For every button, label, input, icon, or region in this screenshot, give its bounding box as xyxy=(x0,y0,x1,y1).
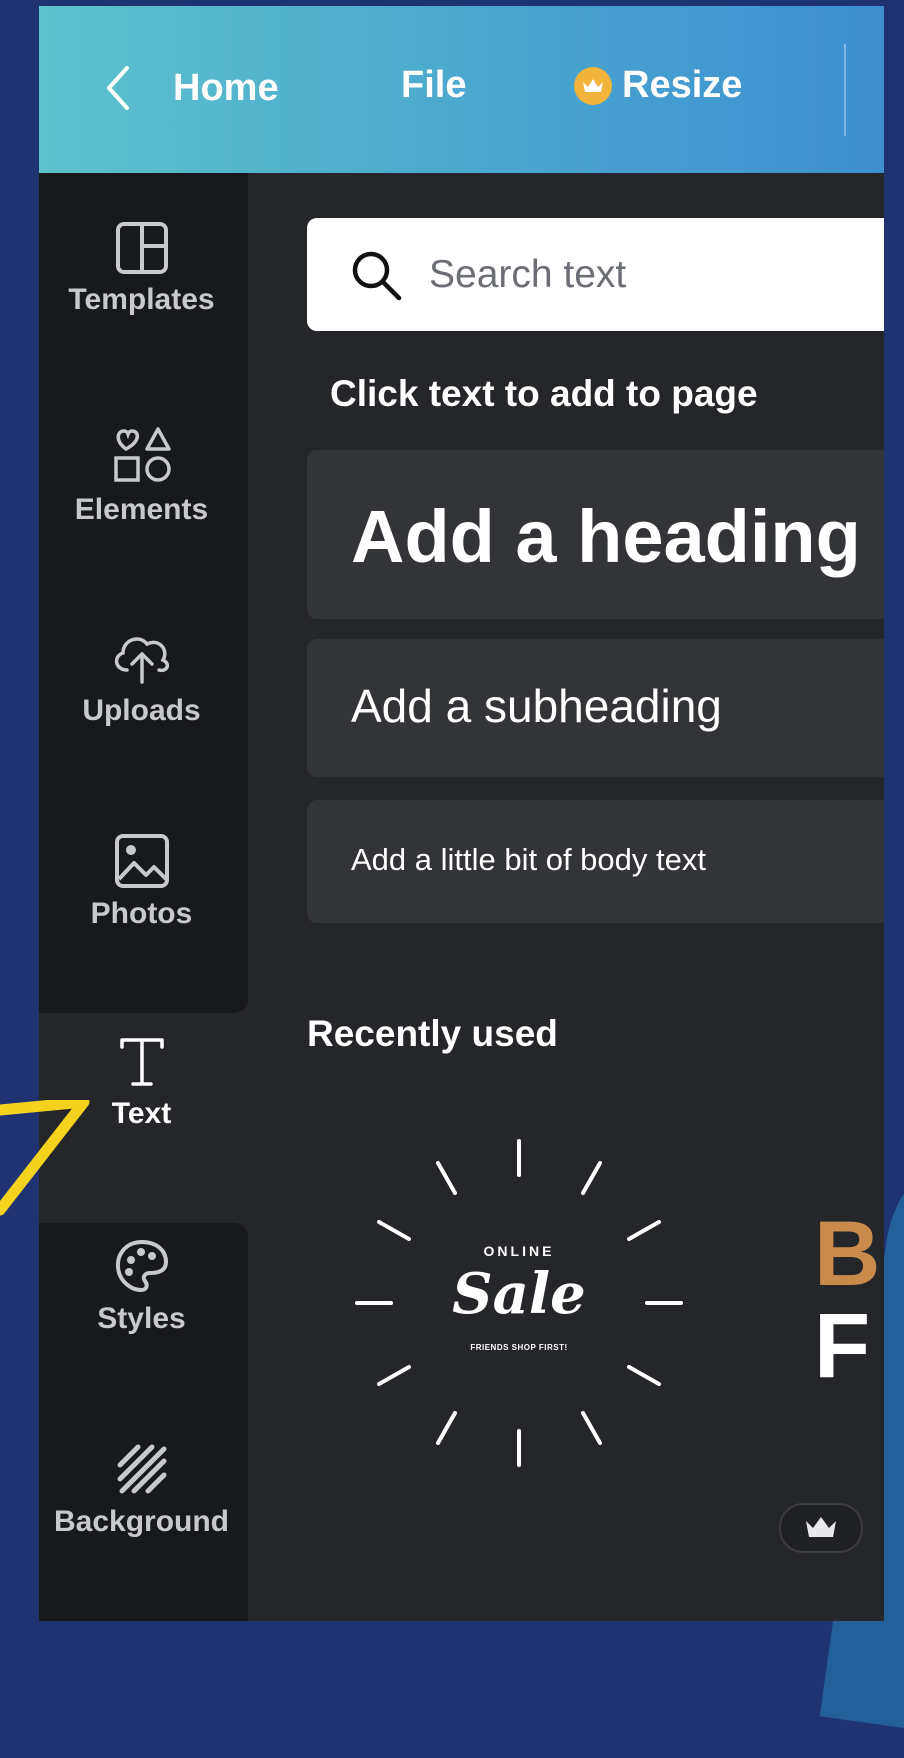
recently-used-heading: Recently used xyxy=(307,1013,558,1054)
layout-icon xyxy=(115,222,168,274)
template-letter-f: F xyxy=(814,1295,871,1397)
hatch-icon xyxy=(117,1444,166,1494)
sidebar-item-uploads[interactable]: Uploads xyxy=(39,628,244,808)
sidebar-item-background[interactable]: Background xyxy=(39,1441,244,1621)
sidebar: Templates Elements Uploads Photos Text S… xyxy=(39,173,249,1621)
cloud-upload-icon xyxy=(114,637,169,684)
sidebar-item-label: Styles xyxy=(97,1302,186,1335)
home-label: Home xyxy=(173,66,279,109)
search-input[interactable] xyxy=(427,251,831,298)
subheading-label: Add a subheading xyxy=(351,680,722,732)
add-body-text-button[interactable]: Add a little bit of body text xyxy=(307,800,884,923)
add-heading-button[interactable]: Add a heading xyxy=(307,450,884,619)
resize-label: Resize xyxy=(622,64,743,106)
home-button[interactable]: Home xyxy=(101,64,279,112)
image-icon xyxy=(114,834,169,888)
file-label: File xyxy=(401,64,467,106)
search-box[interactable] xyxy=(307,218,884,331)
sidebar-item-label: Background xyxy=(53,1505,230,1538)
resize-button[interactable]: Resize xyxy=(574,64,742,107)
chevron-left-icon xyxy=(107,66,129,110)
topbar-divider xyxy=(844,44,846,136)
crown-icon xyxy=(574,66,612,105)
shapes-icon xyxy=(113,427,171,482)
sidebar-item-label: Uploads xyxy=(82,694,201,727)
text-panel: Click text to add to page Add a heading … xyxy=(249,173,884,1621)
panel-hint: Click text to add to page xyxy=(330,373,758,414)
body-text-label: Add a little bit of body text xyxy=(351,842,706,877)
sidebar-item-styles[interactable]: Styles xyxy=(39,1238,244,1418)
sidebar-item-label: Templates xyxy=(68,283,215,316)
template-line-3: FRIENDS SHOP FIRST! xyxy=(470,1343,568,1352)
sidebar-item-label: Elements xyxy=(74,493,209,526)
heading-label: Add a heading xyxy=(351,495,861,578)
pro-badge xyxy=(779,1503,863,1553)
file-menu-button[interactable]: File xyxy=(401,64,466,107)
template-line-2: Sale xyxy=(452,1261,586,1327)
sidebar-item-label: Text xyxy=(111,1097,172,1130)
recent-text-template-sale[interactable]: ONLINE Sale FRIENDS SHOP FIRST! xyxy=(349,1133,689,1473)
add-subheading-button[interactable]: Add a subheading xyxy=(307,639,884,777)
recent-text-template-bf[interactable]: B F xyxy=(814,1208,880,1392)
sidebar-item-templates[interactable]: Templates xyxy=(39,221,244,401)
sidebar-item-elements[interactable]: Elements xyxy=(39,423,244,603)
template-letter-b: B xyxy=(814,1203,881,1305)
template-line-1: ONLINE xyxy=(483,1243,555,1259)
editor-window: Home File Resize Templates Elements Uplo… xyxy=(39,6,884,1621)
search-icon xyxy=(352,251,402,300)
highlight-arrow xyxy=(0,1100,90,1216)
sidebar-item-label: Photos xyxy=(90,897,193,930)
text-icon xyxy=(119,1038,164,1086)
crown-icon xyxy=(806,1517,836,1537)
sidebar-item-photos[interactable]: Photos xyxy=(39,833,244,1013)
top-bar: Home File Resize xyxy=(39,6,884,173)
palette-icon xyxy=(115,1239,168,1293)
